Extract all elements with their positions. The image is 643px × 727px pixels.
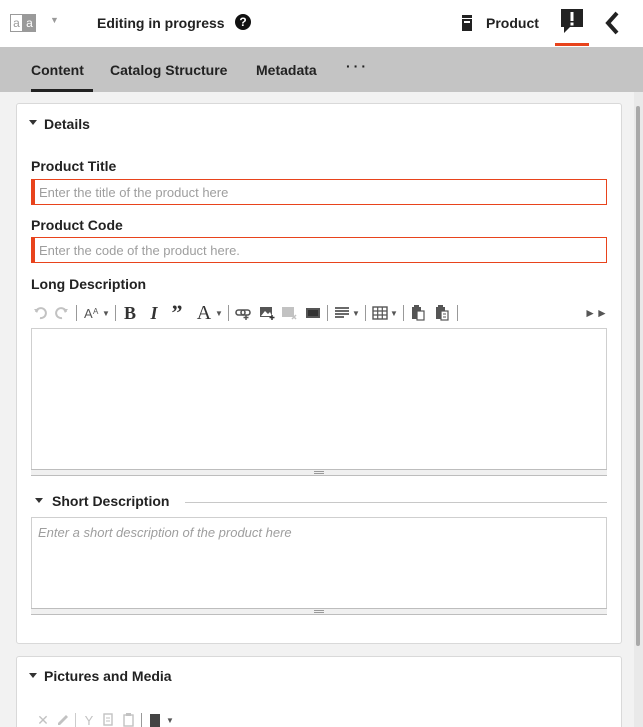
italic-icon[interactable]: I (146, 301, 162, 325)
app-header: a a ▼ Editing in progress ? Product (0, 0, 643, 47)
more-tools-icon[interactable]: ►► (584, 301, 608, 325)
paste-disabled-icon[interactable] (121, 709, 137, 727)
short-description-triangle-icon[interactable] (35, 498, 43, 503)
short-description-placeholder: Enter a short description of the product… (38, 525, 292, 540)
product-box-icon (462, 15, 472, 31)
document-icon[interactable] (147, 709, 163, 727)
align-caret-icon[interactable]: ▼ (351, 301, 361, 325)
tab-metadata[interactable]: Metadata (256, 62, 317, 78)
align-icon[interactable] (333, 301, 351, 325)
tab-bar: Content Catalog Structure Metadata ··· (0, 47, 643, 92)
edit-icon[interactable] (55, 709, 71, 727)
media-toolbar: ✕ Y ▼ (31, 709, 251, 727)
table-icon[interactable] (371, 301, 389, 325)
paste-icon[interactable] (409, 301, 427, 325)
table-caret-icon[interactable]: ▼ (389, 301, 399, 325)
scrollbar-thumb[interactable] (636, 106, 640, 646)
product-title-label: Product Title (31, 158, 117, 174)
logo-icon[interactable]: a a (10, 12, 36, 34)
product-title-input[interactable] (31, 179, 607, 205)
pictures-media-panel: Pictures and Media ✕ Y ▼ (16, 656, 622, 727)
insert-image-icon[interactable] (258, 301, 276, 325)
short-description-editor[interactable]: Enter a short description of the product… (31, 517, 607, 615)
media-embed-icon[interactable] (304, 301, 322, 325)
long-description-resize-handle[interactable] (31, 469, 607, 476)
short-description-resize-handle[interactable] (31, 608, 607, 615)
collapse-triangle-icon[interactable] (29, 673, 37, 678)
redo-icon[interactable] (53, 301, 71, 325)
undo-icon[interactable] (31, 301, 49, 325)
rich-text-toolbar: AA ▼ B I ” A ▼ ▼ ▼ ►► (31, 300, 608, 325)
tab-catalog-structure[interactable]: Catalog Structure (110, 62, 227, 78)
blockquote-icon[interactable]: ” (167, 300, 187, 325)
doc-type-label: Product (486, 15, 539, 31)
remove-image-icon[interactable] (280, 301, 298, 325)
svg-text:a: a (26, 16, 33, 30)
details-panel: Details Product Title Product Code Long … (16, 103, 622, 644)
more-tabs-button[interactable]: ··· (346, 58, 369, 74)
exclamation-bubble-icon (561, 9, 583, 33)
grip-icon (314, 471, 324, 474)
collapse-triangle-icon[interactable] (29, 120, 37, 125)
cut-icon[interactable]: ✕ (35, 709, 51, 727)
paste-text-icon[interactable] (433, 301, 451, 325)
short-description-label[interactable]: Short Description (52, 493, 169, 509)
font-size-caret-icon[interactable]: ▼ (101, 301, 111, 325)
notifications-button[interactable] (553, 6, 591, 46)
language-dropdown-caret-icon[interactable]: ▼ (50, 15, 59, 25)
tab-content[interactable]: Content (31, 62, 84, 78)
active-tab-indicator (31, 89, 93, 92)
chevron-left-icon (605, 11, 619, 35)
pictures-media-title[interactable]: Pictures and Media (44, 668, 172, 684)
filter-icon[interactable]: Y (81, 709, 97, 727)
bold-icon[interactable]: B (121, 301, 139, 325)
editing-status: Editing in progress (97, 15, 225, 31)
long-description-label: Long Description (31, 276, 147, 292)
product-code-input[interactable] (31, 237, 607, 263)
grip-icon (314, 610, 324, 613)
collapse-panel-button[interactable] (598, 8, 628, 38)
svg-text:A: A (93, 307, 99, 316)
divider (185, 502, 607, 503)
long-description-editor[interactable] (31, 328, 607, 476)
link-icon[interactable] (234, 301, 252, 325)
details-title[interactable]: Details (44, 116, 90, 132)
help-icon[interactable]: ? (235, 14, 251, 30)
svg-text:A: A (84, 306, 93, 320)
product-code-label: Product Code (31, 217, 123, 233)
active-indicator (555, 43, 589, 46)
copy-icon[interactable] (101, 709, 117, 727)
font-color-caret-icon[interactable]: ▼ (214, 301, 224, 325)
document-caret-icon[interactable]: ▼ (165, 709, 175, 727)
font-size-icon[interactable]: AA (83, 301, 101, 325)
font-color-icon[interactable]: A (195, 301, 213, 325)
svg-text:a: a (13, 16, 20, 30)
